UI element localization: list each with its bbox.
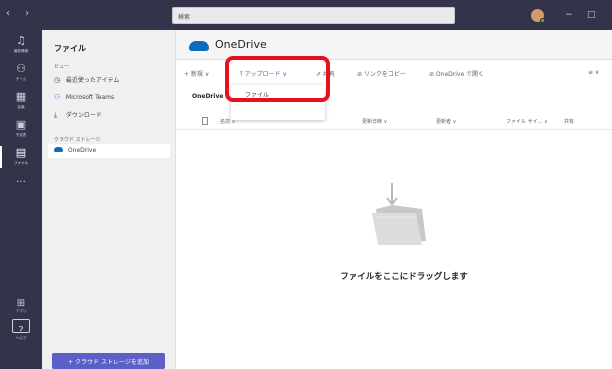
view-options-button[interactable]: ≡ ∨ [588,69,599,76]
maximize-icon[interactable]: □ [587,10,596,20]
rail-label: 最新情報 [13,49,29,53]
rail-item-apps[interactable]: ⊞ アプリ [0,298,42,314]
copy-link-button[interactable]: ⊘ リンクをコピー [357,69,406,78]
empty-folder-icon [372,183,426,245]
apps-icon: ⊞ [16,298,26,309]
status-dot [540,18,545,23]
open-onedrive-button[interactable]: ⊘ OneDrive で開く [429,69,484,78]
onedrive-logo-icon [189,41,209,51]
panel-item-teams[interactable]: ⚇ Microsoft Teams [48,90,170,104]
minimize-icon[interactable]: − [565,10,573,20]
column-file-size[interactable]: ファイル サイ... ∨ [506,118,548,125]
panel-item-label: 最近使ったアイテム [65,77,120,84]
clock-icon: ◷ [54,76,61,84]
file-icon: ▤ [15,146,27,159]
panel-item-downloads[interactable]: ⤓ ダウンロード [48,107,170,121]
title-bar: ‹ › 検索 − □ [0,0,612,30]
panel-item-label: ダウンロード [65,112,102,119]
column-modified[interactable]: 更新日時 ∨ [362,118,387,125]
empty-state-text: ファイルをここにドラッグします [340,272,468,282]
download-icon: ⤓ [54,111,58,119]
rail-item-teams[interactable]: ⚇ チーム [0,60,42,88]
rail-label: アプリ [15,309,27,313]
section-label-cloud: クラウド ストレージ [54,137,101,143]
panel-item-recent[interactable]: ◷ 最近使ったアイテム [48,72,170,86]
panel-item-onedrive[interactable]: OneDrive [48,144,170,158]
rail-label: ヘルプ [15,336,27,340]
onedrive-icon [54,147,63,152]
rail-item-calendar[interactable]: ▦ 会議 [0,88,42,116]
new-button[interactable]: + 新規 ∨ [184,69,209,78]
rail-label: ファイル [13,161,29,165]
column-sharing[interactable]: 共有 [564,118,574,125]
teams-icon: ⚇ [54,93,61,101]
rail-item-files[interactable]: ▤ ファイル [0,144,42,172]
panel-item-label: Microsoft Teams [65,94,115,101]
search-placeholder: 検索 [178,14,191,21]
calendar-icon: ▦ [15,90,27,103]
bell-icon: ♫ [16,34,26,47]
section-label-view: ビュー [54,64,70,70]
breadcrumb[interactable]: OneDrive [192,93,223,100]
rail-label: 予定表 [15,133,27,137]
column-modified-by[interactable]: 更新者 ∨ [436,118,456,125]
people-icon: ⚇ [16,62,26,75]
panel-title: ファイル [54,44,86,53]
search-input[interactable]: 検索 [172,7,455,24]
nav-arrows[interactable]: ‹ › [6,8,35,19]
add-cloud-storage-button[interactable]: + クラウド ストレージを追加 [52,353,165,369]
panel-item-label: OneDrive [67,147,97,154]
rail-item-activity[interactable]: ♫ 最新情報 [0,32,42,60]
rail-label: 会議 [17,105,25,109]
files-panel: ファイル ビュー ◷ 最近使ったアイテム ⚇ Microsoft Teams ⤓… [42,30,176,369]
page-title: OneDrive [215,38,267,51]
file-type-icon [202,117,208,125]
phone-icon: ▣ [15,118,27,131]
rail-item-calls[interactable]: ▣ 予定表 [0,116,42,144]
rail-label: チーム [15,77,27,81]
highlight-box [225,56,330,102]
more-apps-icon[interactable]: … [0,174,42,185]
device-icon[interactable] [12,319,30,333]
